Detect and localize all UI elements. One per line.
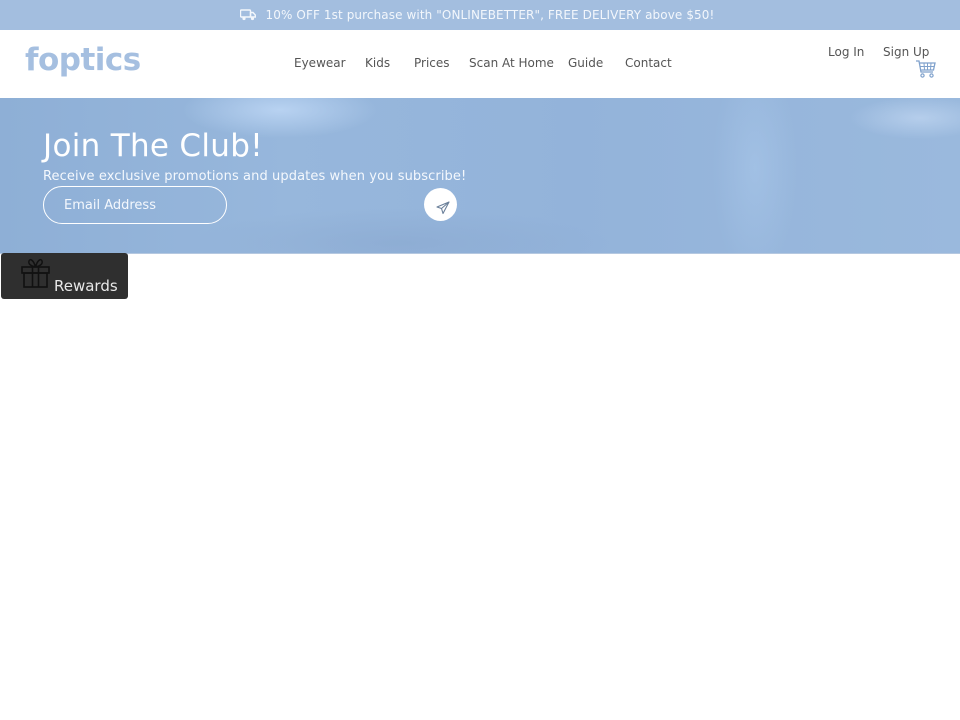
rewards-button[interactable]: Rewards: [1, 253, 128, 299]
email-input[interactable]: [43, 186, 227, 224]
paper-plane-icon: [435, 200, 450, 214]
nav-item-prices[interactable]: Prices: [414, 56, 450, 70]
nav-item-kids[interactable]: Kids: [365, 56, 390, 70]
newsletter-banner: Join The Club! Receive exclusive promoti…: [0, 98, 960, 254]
nav-item-eyewear[interactable]: Eyewear: [294, 56, 346, 70]
gift-icon: [21, 258, 50, 288]
site-header: foptics Eyewear Kids Prices Scan At Home…: [0, 30, 960, 98]
delivery-truck-icon: [239, 9, 256, 21]
promo-text: 10% OFF 1st purchase with "ONLINEBETTER"…: [265, 8, 715, 22]
shopping-cart-icon[interactable]: [915, 59, 937, 79]
nav-item-scan-at-home[interactable]: Scan At Home: [469, 56, 554, 70]
main-nav: Eyewear Kids Prices Scan At Home Guide C…: [0, 56, 960, 74]
promo-bar: 10% OFF 1st purchase with "ONLINEBETTER"…: [0, 0, 960, 30]
nav-item-guide[interactable]: Guide: [568, 56, 603, 70]
signup-link[interactable]: Sign Up: [883, 45, 929, 59]
subscribe-button[interactable]: [424, 188, 457, 221]
login-link[interactable]: Log In: [828, 45, 864, 59]
newsletter-title: Join The Club!: [43, 128, 263, 164]
newsletter-subtitle: Receive exclusive promotions and updates…: [43, 169, 467, 184]
rewards-label: Rewards: [54, 277, 118, 295]
nav-item-contact[interactable]: Contact: [625, 56, 672, 70]
